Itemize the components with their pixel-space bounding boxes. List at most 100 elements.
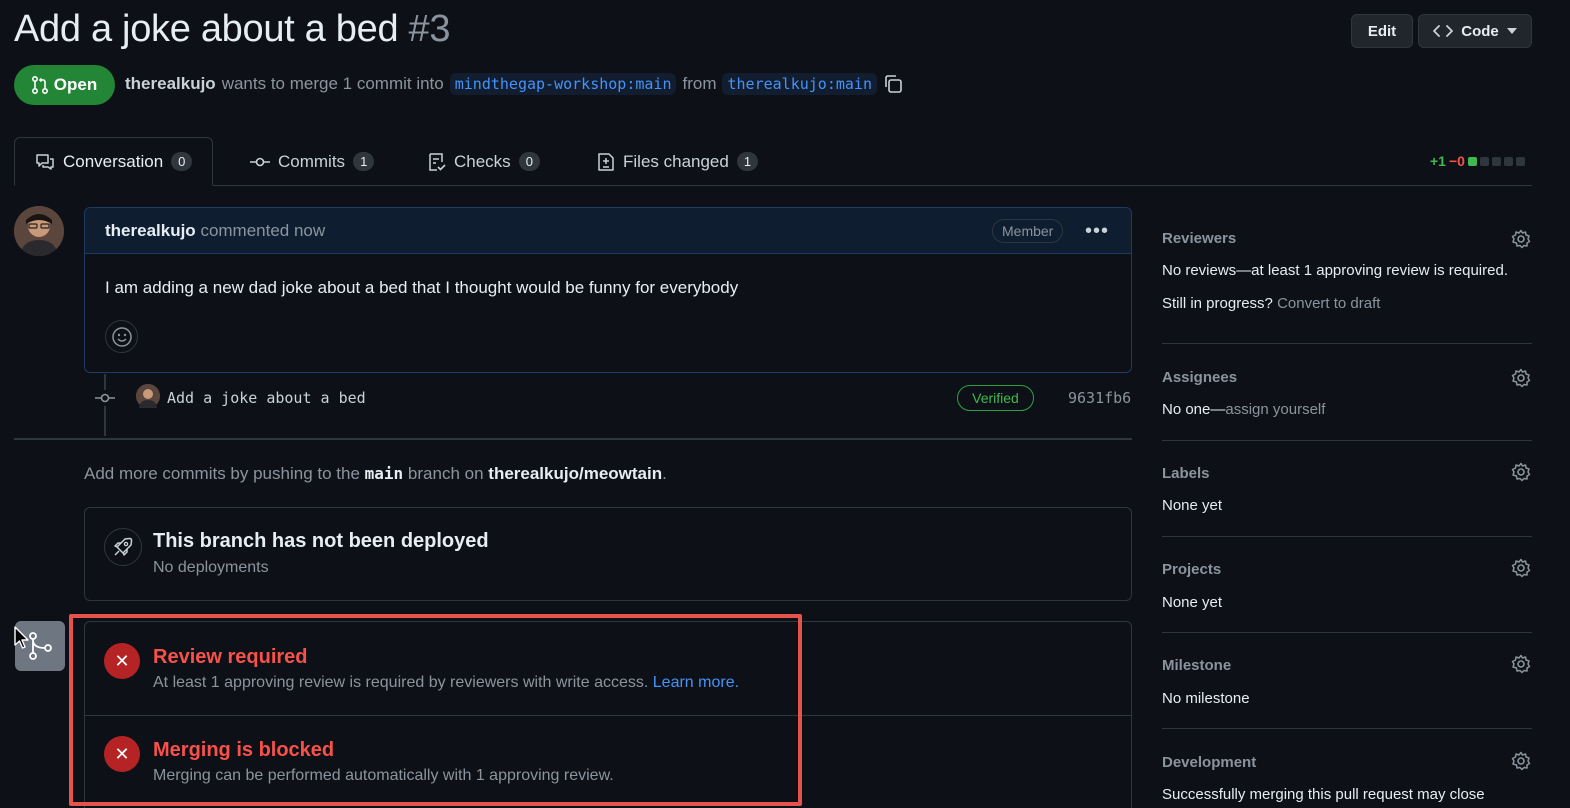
repo-link[interactable]: therealkujo/meowtain [488,464,662,483]
caret-down-icon [1506,28,1517,34]
sidebar-projects-title[interactable]: Projects [1162,561,1221,578]
tab-label: Conversation [63,151,164,171]
mouse-cursor-icon [14,626,30,650]
lines-added: +1 [1430,153,1446,169]
gear-icon[interactable] [1511,462,1531,482]
pr-author-link[interactable]: therealkujo [125,74,216,94]
sidebar-assignees-value: No one—assign yourself [1162,401,1325,418]
tabs-divider [14,185,1532,186]
tab-counter: 0 [518,152,540,171]
page-title: Add a joke about a bed #3 [14,8,451,51]
push-hint-branch: main [364,464,404,483]
tab-checks[interactable]: Checks 0 [428,137,540,186]
pr-number[interactable]: #3 [409,8,451,50]
code-icon [1433,24,1454,38]
deployment-status-box: This branch has not been deployed No dep… [84,507,1132,601]
sidebar-draft-row: Still in progress? Convert to draft [1162,295,1380,312]
diffstat-block [1479,156,1489,166]
pr-state-label: Open [53,75,98,94]
file-diff-icon [597,152,615,172]
smiley-icon [111,326,133,348]
code-button[interactable]: Code [1418,14,1532,48]
timeline-divider [14,438,1132,440]
sidebar-development-value: Successfully merging this pull request m… [1162,786,1485,803]
tab-conversation[interactable]: Conversation 0 [14,137,214,186]
pr-title: Add a joke about a bed [14,8,399,50]
gear-icon[interactable] [1511,751,1531,771]
comment-meta: therealkujo commented now [105,221,325,241]
tab-label: Files changed [623,151,729,171]
sidebar-divider [1162,536,1532,537]
commit-message-link[interactable]: Add a joke about a bed [167,389,366,407]
gear-icon[interactable] [1511,368,1531,388]
sidebar-labels-value: None yet [1162,497,1223,514]
tab-label: Checks [454,151,511,171]
gear-icon[interactable] [1511,229,1531,249]
tab-counter: 1 [736,152,759,171]
gear-icon[interactable] [1511,558,1531,578]
head-branch[interactable]: therealkujo:main [722,73,877,95]
member-badge: Member [992,219,1064,243]
base-branch[interactable]: mindthegap-workshop:main [449,73,677,95]
pr-state-badge: Open [14,65,115,105]
push-hint: Add more commits by pushing to the main … [84,464,667,484]
from-text: from [682,74,717,93]
gear-icon[interactable] [1511,654,1531,674]
comment-body: I am adding a new dad joke about a bed t… [105,278,739,297]
tab-label: Commits [278,151,346,171]
sidebar-milestone-title[interactable]: Milestone [1162,657,1231,674]
comment-discussion-icon [35,153,55,171]
assignees-prefix: No one— [1162,401,1226,418]
comment-header: therealkujo commented now Member ••• [85,208,1131,254]
commit-author-avatar[interactable] [136,384,160,408]
push-hint-middle: branch on [407,464,484,483]
sidebar-milestone-value: No milestone [1162,690,1250,707]
comment-timestamp[interactable]: commented now [200,221,325,240]
pr-merge-summary: therealkujo wants to merge 1 commit into… [125,73,903,95]
verified-badge[interactable]: Verified [957,385,1034,411]
git-commit-icon [95,390,115,406]
sidebar-assignees-title[interactable]: Assignees [1162,369,1237,386]
tab-counter: 0 [171,152,193,171]
diffstat-block [1515,156,1525,166]
deployment-subtitle: No deployments [153,559,269,576]
assign-yourself-link[interactable]: assign yourself [1225,401,1325,418]
deployment-title: This branch has not been deployed [153,530,489,552]
copy-icon[interactable] [883,74,903,94]
pr-action-text: wants to merge 1 commit into [221,74,444,93]
sidebar-reviewers-value: No reviews—at least 1 approving review i… [1162,262,1508,279]
edit-button-label: Edit [1367,22,1397,40]
commit-sha-link[interactable]: 9631fb6 [1068,389,1131,407]
annotation-highlight-box [69,614,802,806]
add-reaction-button[interactable] [105,320,138,353]
kebab-horizontal-icon[interactable]: ••• [1085,220,1109,243]
convert-to-draft-link[interactable]: Convert to draft [1277,295,1380,312]
diffstat-block [1467,156,1477,166]
diffstat-block [1491,156,1501,166]
tab-files-changed[interactable]: Files changed 1 [597,137,759,186]
sidebar-divider [1162,440,1532,441]
rocket-icon [104,528,142,566]
checklist-icon [428,152,446,172]
push-hint-prefix: Add more commits by pushing to the [84,464,360,483]
comment-card: therealkujo commented now Member ••• I a… [84,207,1132,373]
code-button-label: Code [1461,22,1499,40]
sidebar-projects-value: None yet [1162,594,1223,611]
sidebar-divider [1162,343,1532,344]
sidebar-divider [1162,632,1532,633]
edit-button[interactable]: Edit [1351,14,1413,48]
lines-removed: −0 [1448,153,1465,169]
sidebar-development-title[interactable]: Development [1162,754,1256,771]
sidebar-divider [1162,728,1532,729]
tab-commits[interactable]: Commits 1 [250,137,375,186]
sidebar-labels-title[interactable]: Labels [1162,465,1210,482]
git-commit-icon [250,156,270,168]
sidebar-reviewers-title[interactable]: Reviewers [1162,230,1236,247]
tab-counter: 1 [353,152,375,171]
draft-prefix: Still in progress? [1162,295,1273,312]
avatar[interactable] [14,206,64,256]
diffstat-block [1503,156,1513,166]
push-hint-suffix: . [662,464,667,483]
comment-author-link[interactable]: therealkujo [105,221,196,240]
diffstat: +1 −0 [1430,153,1525,169]
